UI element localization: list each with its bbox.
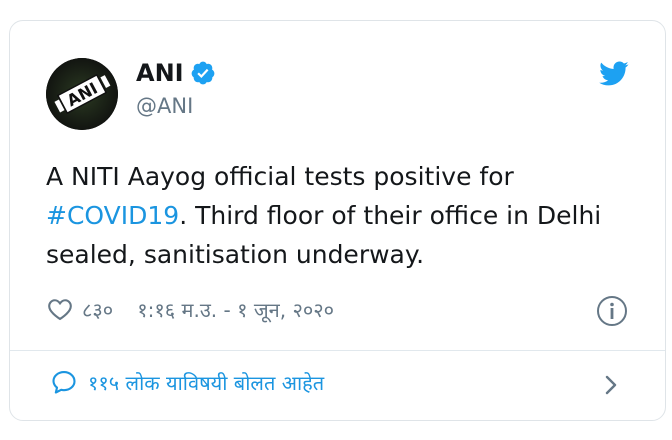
tweet-text-start: A NITI Aayog official tests positive for — [46, 162, 514, 191]
twitter-bird-icon[interactable] — [598, 58, 629, 89]
replies-label[interactable]: ११५ लोक याविषयी बोलत आहेत — [88, 369, 324, 396]
avatar[interactable]: ANI — [46, 58, 118, 130]
verified-badge-icon — [190, 60, 216, 86]
tweet-meta: ८३० १:१६ म.उ. - १ जून, २०२० — [46, 293, 334, 325]
chevron-right-icon[interactable] — [600, 371, 622, 399]
tweet-card[interactable]: ANI ANI @ANI A NITI Aayog official tests… — [9, 20, 666, 421]
like-count[interactable]: ८३० — [82, 296, 113, 323]
author-name-row[interactable]: ANI — [136, 59, 216, 87]
timestamp[interactable]: १:१६ म.उ. - १ जून, २०२० — [137, 296, 334, 323]
heart-icon[interactable] — [46, 295, 74, 323]
author-name[interactable]: ANI — [136, 59, 184, 87]
reply-bubble-icon — [50, 368, 78, 396]
divider — [10, 350, 665, 351]
tweet-text: A NITI Aayog official tests positive for… — [46, 157, 636, 274]
hashtag-link[interactable]: #COVID19 — [46, 201, 179, 230]
info-icon[interactable] — [596, 295, 628, 327]
author-handle[interactable]: @ANI — [136, 94, 193, 118]
replies-link[interactable]: ११५ लोक याविषयी बोलत आहेत — [50, 368, 324, 396]
